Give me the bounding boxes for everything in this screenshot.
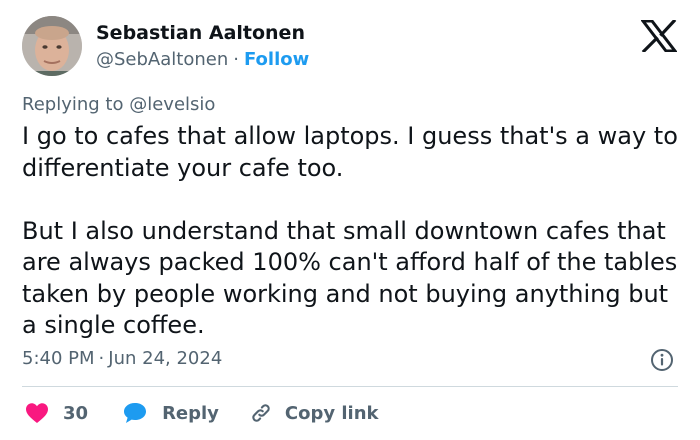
reply-mention-link[interactable]: @levelsio [129, 94, 215, 115]
reply-context-prefix: Replying to [22, 94, 124, 115]
tweet-time: 5:40 PM [22, 348, 95, 369]
author-name[interactable]: Sebastian Aaltonen [96, 22, 305, 44]
tweet-card: Sebastian Aaltonen @SebAaltonen · Follow R… [0, 0, 700, 440]
author-meta: @SebAaltonen · Follow [96, 49, 309, 70]
divider [22, 386, 678, 387]
separator-dot: · [98, 348, 105, 369]
copy-link-label: Copy link [284, 402, 379, 424]
x-logo-icon[interactable] [639, 18, 679, 54]
copy-link-button[interactable]: Copy link [249, 401, 379, 425]
reply-button[interactable]: Reply [122, 401, 219, 425]
info-icon[interactable] [650, 348, 674, 372]
author-handle[interactable]: @SebAaltonen [96, 49, 228, 70]
speech-bubble-icon [124, 403, 147, 423]
tweet-paragraph: I go to cafes that allow laptops. I gues… [22, 122, 678, 182]
reply-context: Replying to @levelsio [22, 94, 215, 115]
avatar[interactable] [22, 16, 82, 76]
tweet-timestamp[interactable]: 5:40 PM · Jun 24, 2024 [22, 348, 222, 369]
action-bar: 30 Reply Copy link [22, 398, 379, 428]
link-icon [252, 404, 270, 422]
heart-icon [26, 403, 48, 423]
tweet-date: Jun 24, 2024 [108, 348, 223, 369]
tweet-paragraph: But I also understand that small downtow… [22, 216, 678, 340]
reply-label: Reply [162, 402, 219, 424]
tweet-body: I go to cafes that allow laptops. I gues… [22, 121, 682, 342]
like-button[interactable]: 30 [25, 402, 88, 424]
follow-button[interactable]: Follow [244, 49, 309, 70]
avatar-image [22, 16, 82, 76]
like-count: 30 [63, 402, 89, 424]
separator-dot: · [233, 49, 239, 70]
